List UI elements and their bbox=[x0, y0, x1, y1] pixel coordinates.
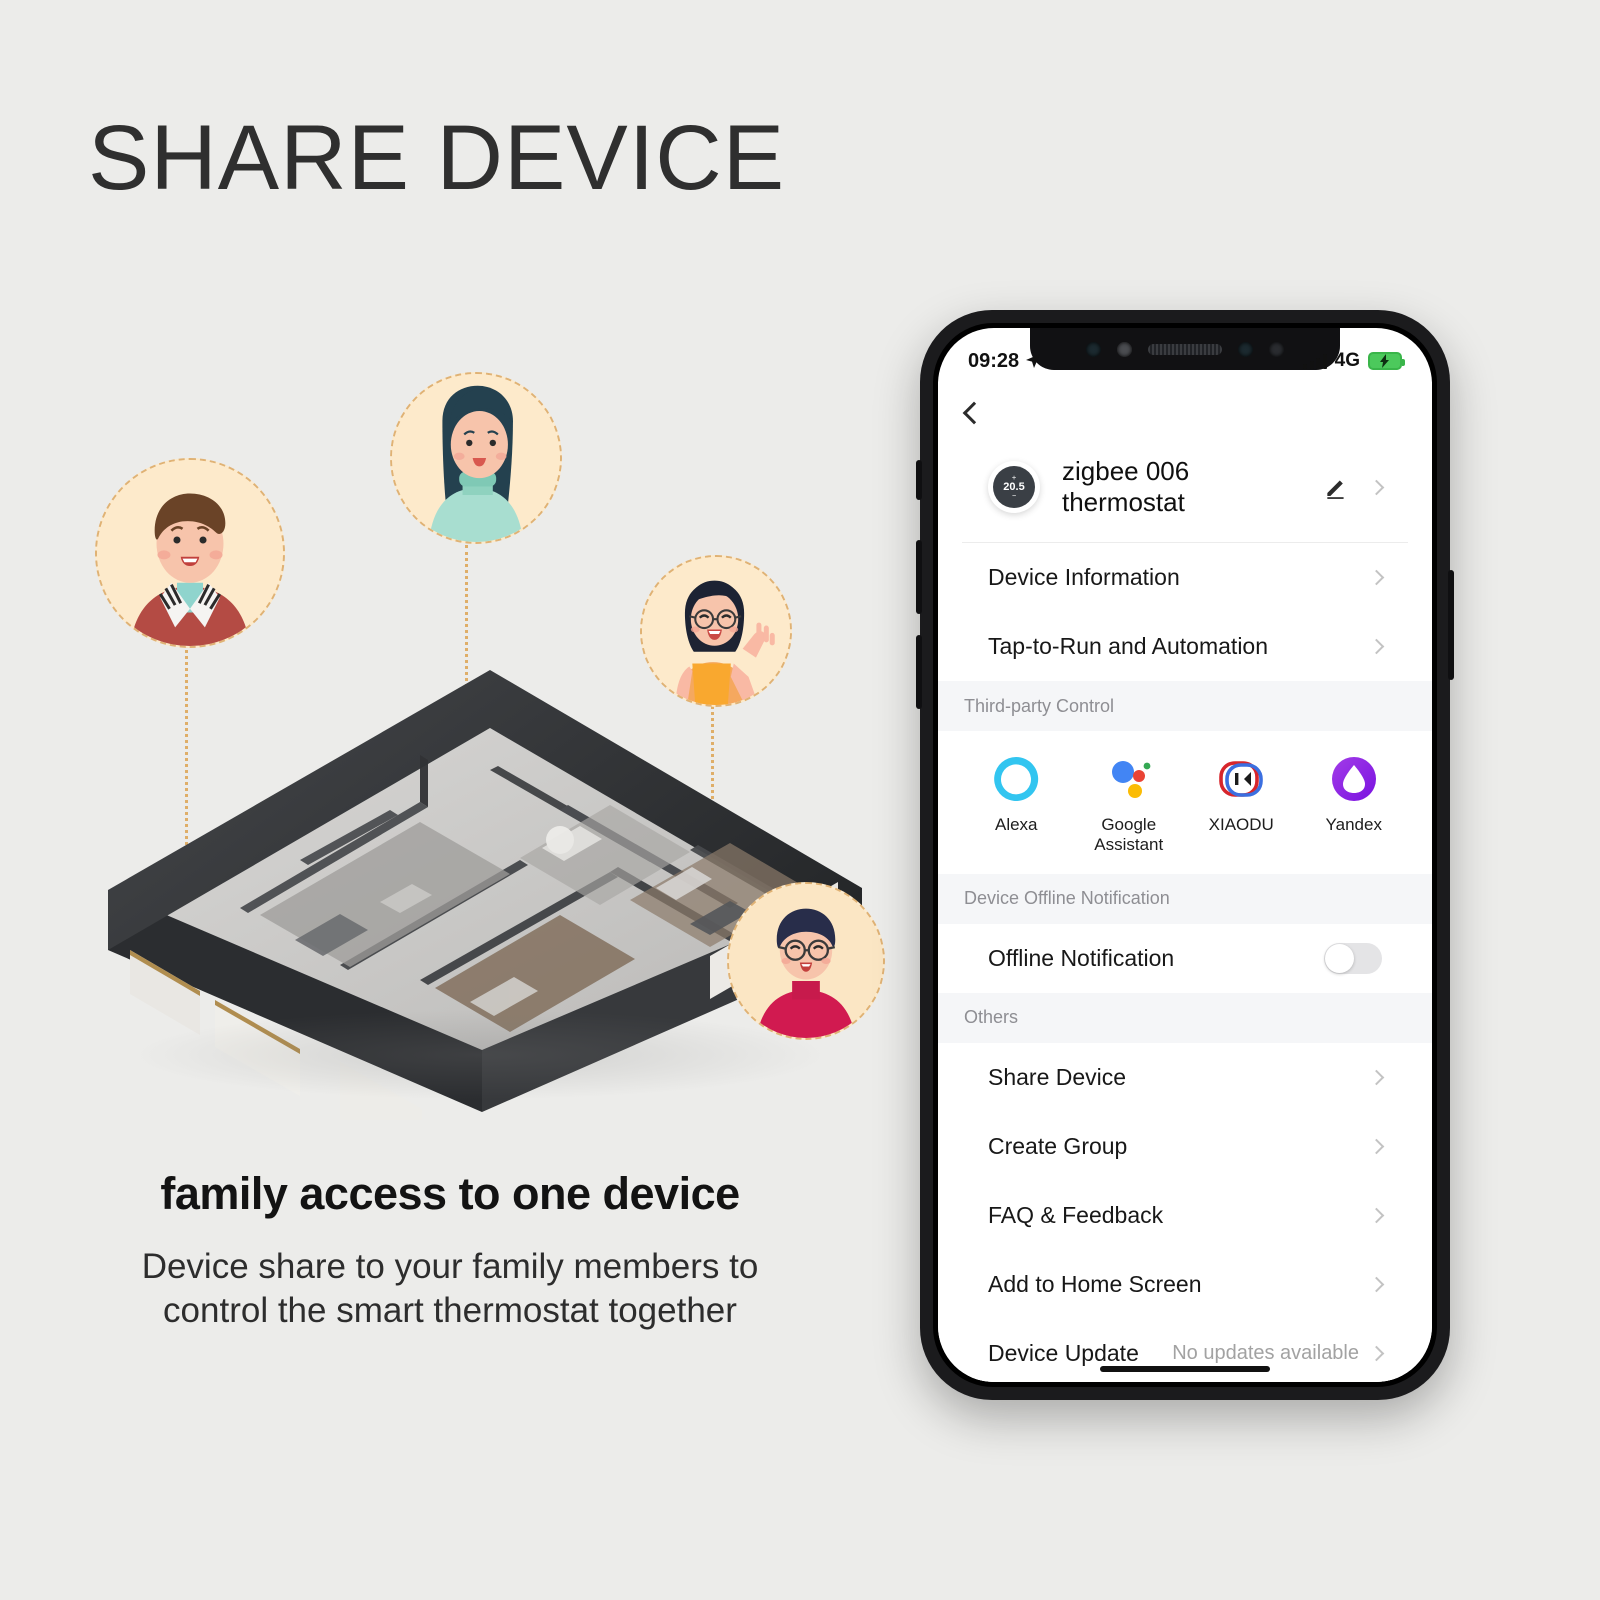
chevron-right-icon bbox=[1368, 1276, 1385, 1293]
avatar-man-glasses-pink-svg bbox=[729, 884, 883, 1038]
thermostat-plus: + bbox=[1011, 474, 1017, 482]
phone-mute-switch[interactable] bbox=[916, 460, 922, 500]
yandex-alice-glyph bbox=[1331, 757, 1376, 801]
house-shadow bbox=[130, 1010, 830, 1100]
phone-volume-up-button[interactable] bbox=[916, 540, 922, 614]
chevron-right-icon[interactable] bbox=[1368, 479, 1385, 495]
avatar-man-red-sweater-svg bbox=[97, 460, 283, 646]
chevron-left-icon[interactable] bbox=[962, 401, 986, 425]
location-arrow-icon bbox=[1026, 354, 1041, 368]
pencil-edit-icon[interactable] bbox=[1323, 474, 1349, 500]
status-time: 09:28 bbox=[968, 349, 1020, 372]
thermostat-face: + 20.5 − bbox=[993, 466, 1035, 508]
menu-row-tap-to-run[interactable]: Tap-to-Run and Automation bbox=[962, 612, 1408, 681]
page-title: SHARE DEVICE bbox=[88, 107, 786, 209]
avatar-woman-glasses-waving bbox=[640, 555, 792, 707]
chevron-right-icon bbox=[1368, 1138, 1385, 1155]
alexa-icon bbox=[990, 753, 1042, 805]
avatar-woman-long-hair bbox=[390, 372, 562, 544]
app-content: + 20.5 − zigbee 006 thermostat Device In… bbox=[938, 382, 1432, 1382]
menu-label: Share Device bbox=[988, 1063, 1127, 1090]
third-party-label: XIAODU bbox=[1208, 815, 1274, 834]
caption-title: family access to one device bbox=[160, 1168, 740, 1219]
menu-label: Create Group bbox=[988, 1132, 1128, 1159]
avatar-woman-glasses-waving-svg bbox=[642, 557, 790, 705]
third-party-label: Alexa bbox=[994, 815, 1038, 834]
yandex-alice-icon bbox=[1328, 753, 1380, 805]
menu-row-faq-feedback[interactable]: FAQ & Feedback bbox=[962, 1180, 1408, 1250]
menu-row-share-device[interactable]: Share Device bbox=[962, 1042, 1408, 1112]
phone-bezel: 09:28 4G + 20.5 − zigbee 006 thermostat … bbox=[933, 323, 1437, 1387]
menu-label: Device Update bbox=[988, 1339, 1139, 1366]
offline-notification-toggle[interactable] bbox=[1324, 942, 1382, 974]
phone-power-button[interactable] bbox=[1448, 570, 1454, 680]
menu-row-create-group[interactable]: Create Group bbox=[962, 1111, 1408, 1181]
menu-label: FAQ & Feedback bbox=[988, 1201, 1164, 1228]
chevron-right-icon bbox=[1368, 1069, 1385, 1086]
third-party-label-line1: Google bbox=[1101, 815, 1157, 834]
google-assistant-glyph bbox=[1111, 761, 1151, 798]
status-bar: 09:28 4G bbox=[938, 328, 1432, 382]
third-party-item-google-assistant[interactable]: Google Assistant bbox=[1073, 753, 1186, 856]
xiaodu-icon bbox=[1215, 753, 1267, 805]
third-party-control-grid: Alexa Google Assistant XIAODU Yandex bbox=[938, 731, 1432, 874]
device-update-status: No updates available bbox=[1172, 1341, 1359, 1364]
phone-volume-down-button[interactable] bbox=[916, 635, 922, 709]
battery-charging-icon bbox=[1368, 352, 1405, 370]
menu-row-add-to-home-screen[interactable]: Add to Home Screen bbox=[962, 1249, 1408, 1319]
caption-line-1: Device share to your family members to bbox=[141, 1247, 759, 1286]
menu-row-device-update[interactable]: Device Update No updates available bbox=[962, 1318, 1408, 1382]
section-header-offline: Device Offline Notification bbox=[938, 873, 1432, 924]
nav-bar bbox=[938, 382, 1432, 444]
chevron-right-icon bbox=[1368, 569, 1385, 586]
device-header[interactable]: + 20.5 − zigbee 006 thermostat bbox=[962, 444, 1408, 543]
caption-subtitle: Device share to your family members to c… bbox=[0, 1245, 900, 1333]
phone-mockup: 09:28 4G + 20.5 − zigbee 006 thermostat … bbox=[916, 310, 1454, 1400]
status-bar-left: 09:28 bbox=[968, 350, 1041, 373]
third-party-label: Google Assistant bbox=[1094, 815, 1163, 856]
status-bar-right: 4G bbox=[1303, 350, 1405, 372]
menu-row-device-information[interactable]: Device Information bbox=[962, 543, 1408, 612]
toggle-knob bbox=[1325, 943, 1354, 973]
chevron-right-icon bbox=[1368, 1207, 1385, 1224]
third-party-item-yandex[interactable]: Yandex bbox=[1298, 753, 1411, 856]
signal-bars-icon bbox=[1303, 353, 1327, 369]
third-party-item-xiaodu[interactable]: XIAODU bbox=[1185, 753, 1298, 856]
thermostat-minus: − bbox=[1011, 492, 1017, 500]
phone-screen: 09:28 4G + 20.5 − zigbee 006 thermostat … bbox=[938, 328, 1432, 1382]
chevron-right-icon bbox=[1368, 1345, 1385, 1362]
thermostat-temp: 20.5 bbox=[1003, 480, 1025, 493]
pencil-edit-glyph bbox=[1327, 480, 1344, 499]
caption-line-2: control the smart thermostat together bbox=[163, 1290, 737, 1330]
google-assistant-icon bbox=[1103, 753, 1155, 805]
third-party-item-alexa[interactable]: Alexa bbox=[960, 753, 1073, 856]
alexa-glyph bbox=[994, 756, 1039, 801]
menu-label: Device Information bbox=[988, 564, 1180, 590]
section-header-others: Others bbox=[938, 992, 1432, 1043]
avatar-woman-long-hair-svg bbox=[392, 374, 560, 542]
avatar-man-glasses-pink bbox=[727, 882, 885, 1040]
device-name-label: zigbee 006 thermostat bbox=[1062, 456, 1190, 517]
house-illustration bbox=[90, 650, 880, 1120]
menu-row-offline-notification[interactable]: Offline Notification bbox=[962, 923, 1408, 993]
xiaodu-glyph bbox=[1219, 761, 1264, 797]
avatar-man-red-sweater bbox=[95, 458, 285, 648]
home-indicator[interactable] bbox=[1100, 1366, 1270, 1372]
chevron-right-icon bbox=[1368, 638, 1385, 655]
third-party-label: Yandex bbox=[1325, 815, 1382, 834]
network-type-label: 4G bbox=[1334, 350, 1360, 371]
menu-label: Add to Home Screen bbox=[988, 1270, 1202, 1297]
bolt-icon bbox=[1380, 354, 1389, 368]
section-header-third-party: Third-party Control bbox=[938, 681, 1432, 731]
third-party-label-line2: Assistant bbox=[1094, 835, 1164, 855]
thermostat-dial-icon: + 20.5 − bbox=[988, 461, 1040, 513]
menu-label: Offline Notification bbox=[988, 944, 1175, 971]
menu-label: Tap-to-Run and Automation bbox=[988, 633, 1269, 659]
